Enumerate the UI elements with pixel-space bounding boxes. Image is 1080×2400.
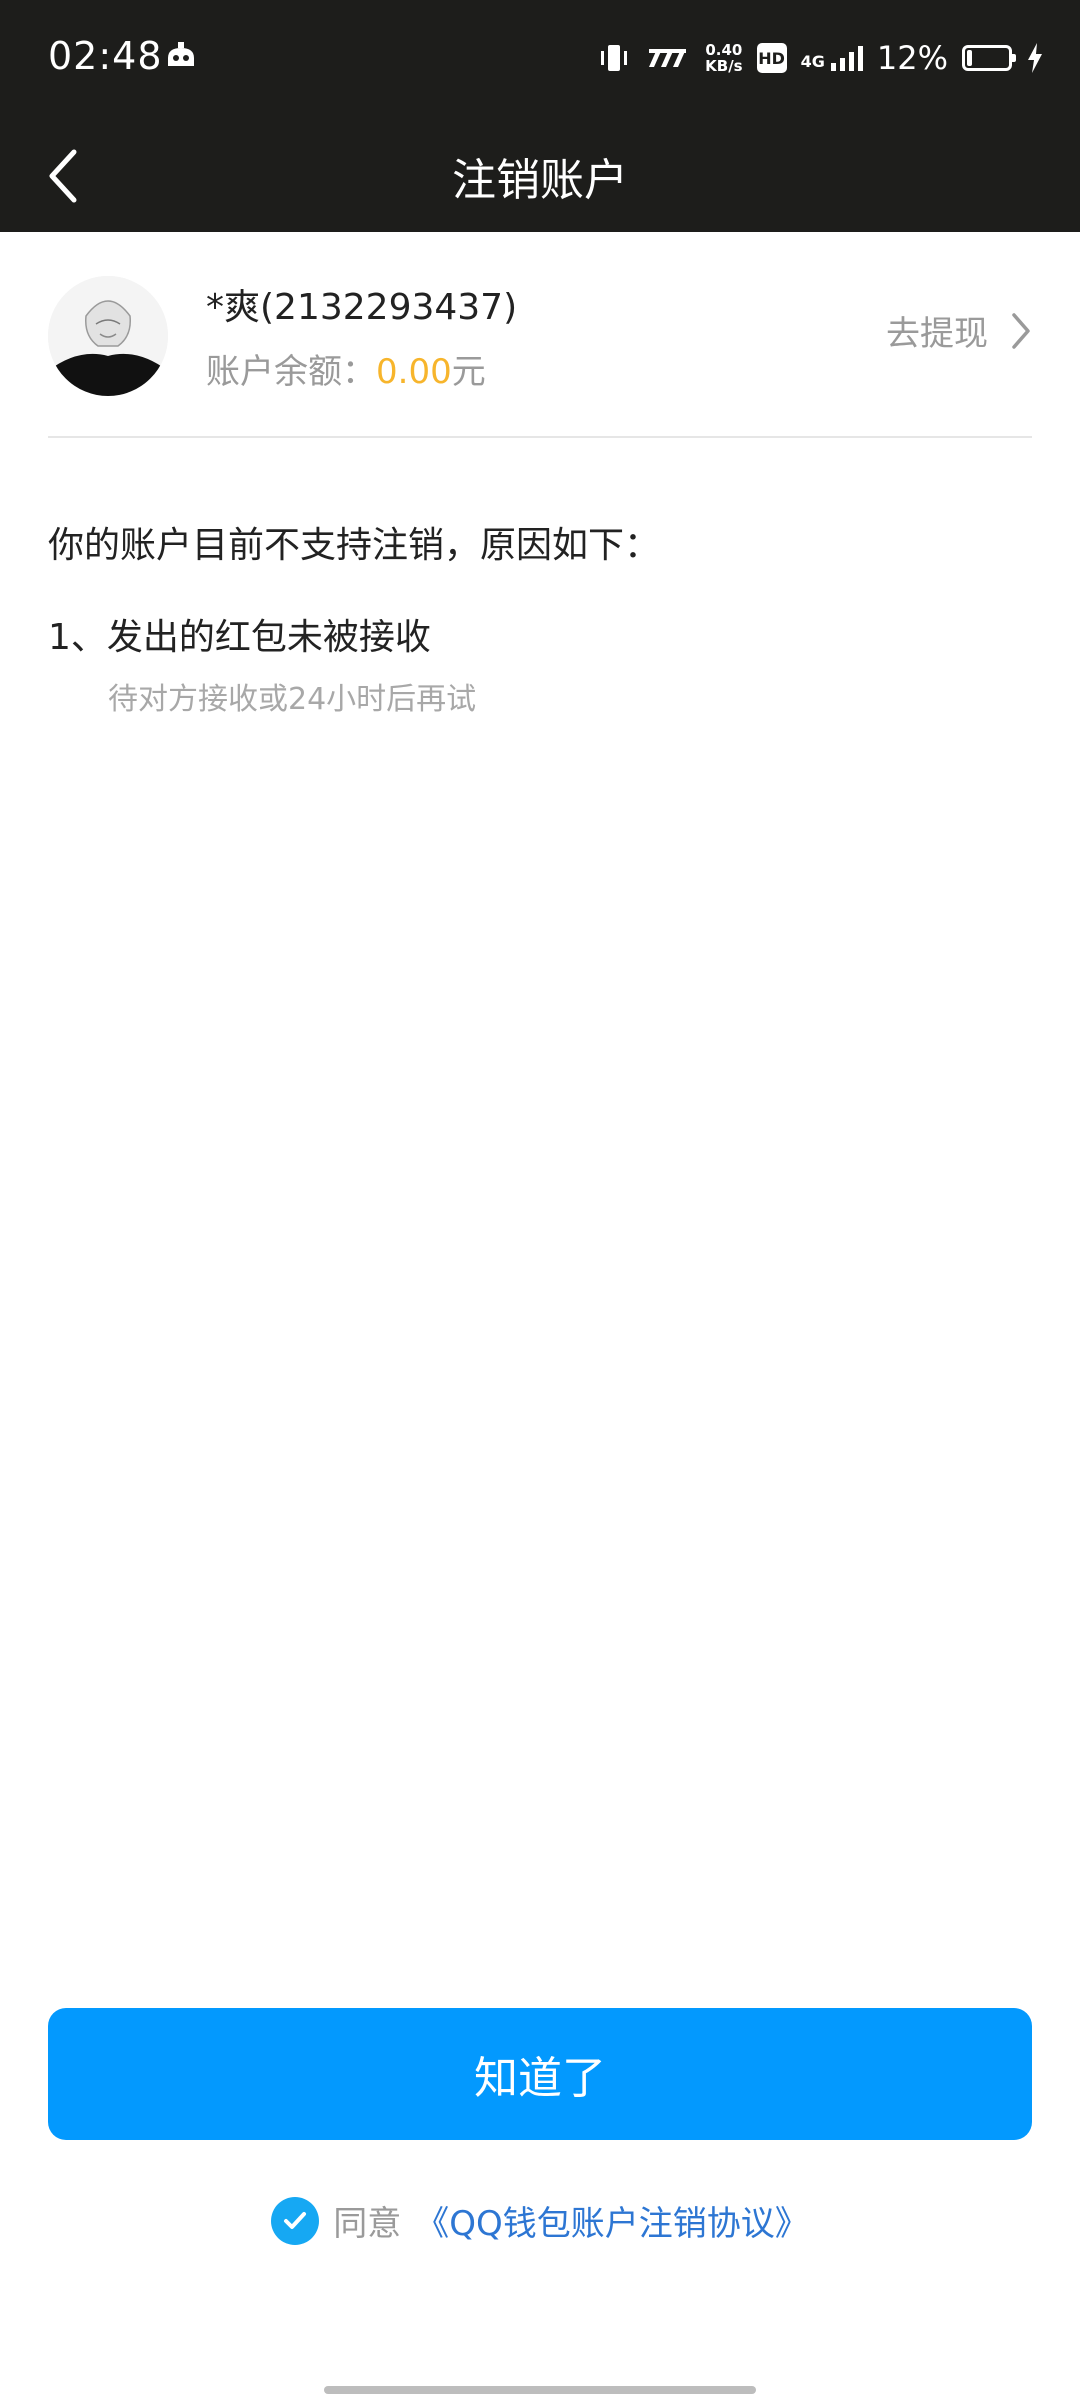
balance-unit: 元 (451, 352, 486, 392)
agreement-link[interactable]: 《QQ钱包账户注销协议》 (415, 2196, 809, 2245)
withdraw-label: 去提现 (886, 314, 988, 354)
confirm-button[interactable]: 知道了 (48, 2008, 1032, 2140)
signal-label: 4G (800, 52, 825, 71)
avatar (48, 276, 168, 396)
check-circle-icon[interactable] (271, 2196, 320, 2245)
battery-icon (962, 45, 1016, 71)
chevron-right-icon (1012, 312, 1030, 349)
agree-text: 同意 (333, 2204, 402, 2244)
avatar-image (48, 276, 168, 396)
nav-bar: 注销账户 (0, 118, 1080, 232)
vibrate-icon (601, 45, 628, 71)
status-bar: 02:48 0.40 KB/s HD 4G 12% (0, 0, 1080, 118)
game-app-icon (168, 42, 194, 66)
battery-percent: 12% (876, 39, 948, 77)
network-speed: 0.40 KB/s (705, 42, 742, 74)
home-indicator[interactable] (324, 2386, 756, 2394)
balance-amount: 0.00 (376, 352, 452, 392)
account-info: *爽(2132293437) 账户余额：0.00元 去提现 (48, 232, 1032, 438)
status-icons: 0.40 KB/s HD 4G 12% (597, 32, 1044, 84)
network-speed-value: 0.40 (705, 41, 743, 59)
charging-bolt-icon (1028, 43, 1042, 73)
hd-badge: HD (756, 43, 787, 73)
balance-label: 账户余额： (206, 352, 376, 392)
signal-indicator: 4G (801, 45, 863, 71)
status-time: 02:48 (48, 34, 163, 78)
account-name: *爽(2132293437) (206, 287, 518, 328)
reason-item-detail: 待对方接收或24小时后再试 (108, 682, 477, 717)
reason-item-title: 1、发出的红包未被接收 (48, 617, 431, 658)
reason-intro: 你的账户目前不支持注销，原因如下： (48, 525, 661, 566)
agreement-row: 同意 《QQ钱包账户注销协议》 (0, 2196, 1080, 2245)
signal-bars-icon (830, 46, 863, 71)
battery-fill (967, 50, 972, 66)
network-activity-icon (649, 49, 687, 67)
withdraw-link[interactable]: 去提现 (886, 306, 1032, 355)
page-title: 注销账户 (452, 155, 628, 206)
account-balance: 账户余额：0.00元 (206, 344, 486, 393)
network-speed-unit: KB/s (705, 57, 743, 75)
